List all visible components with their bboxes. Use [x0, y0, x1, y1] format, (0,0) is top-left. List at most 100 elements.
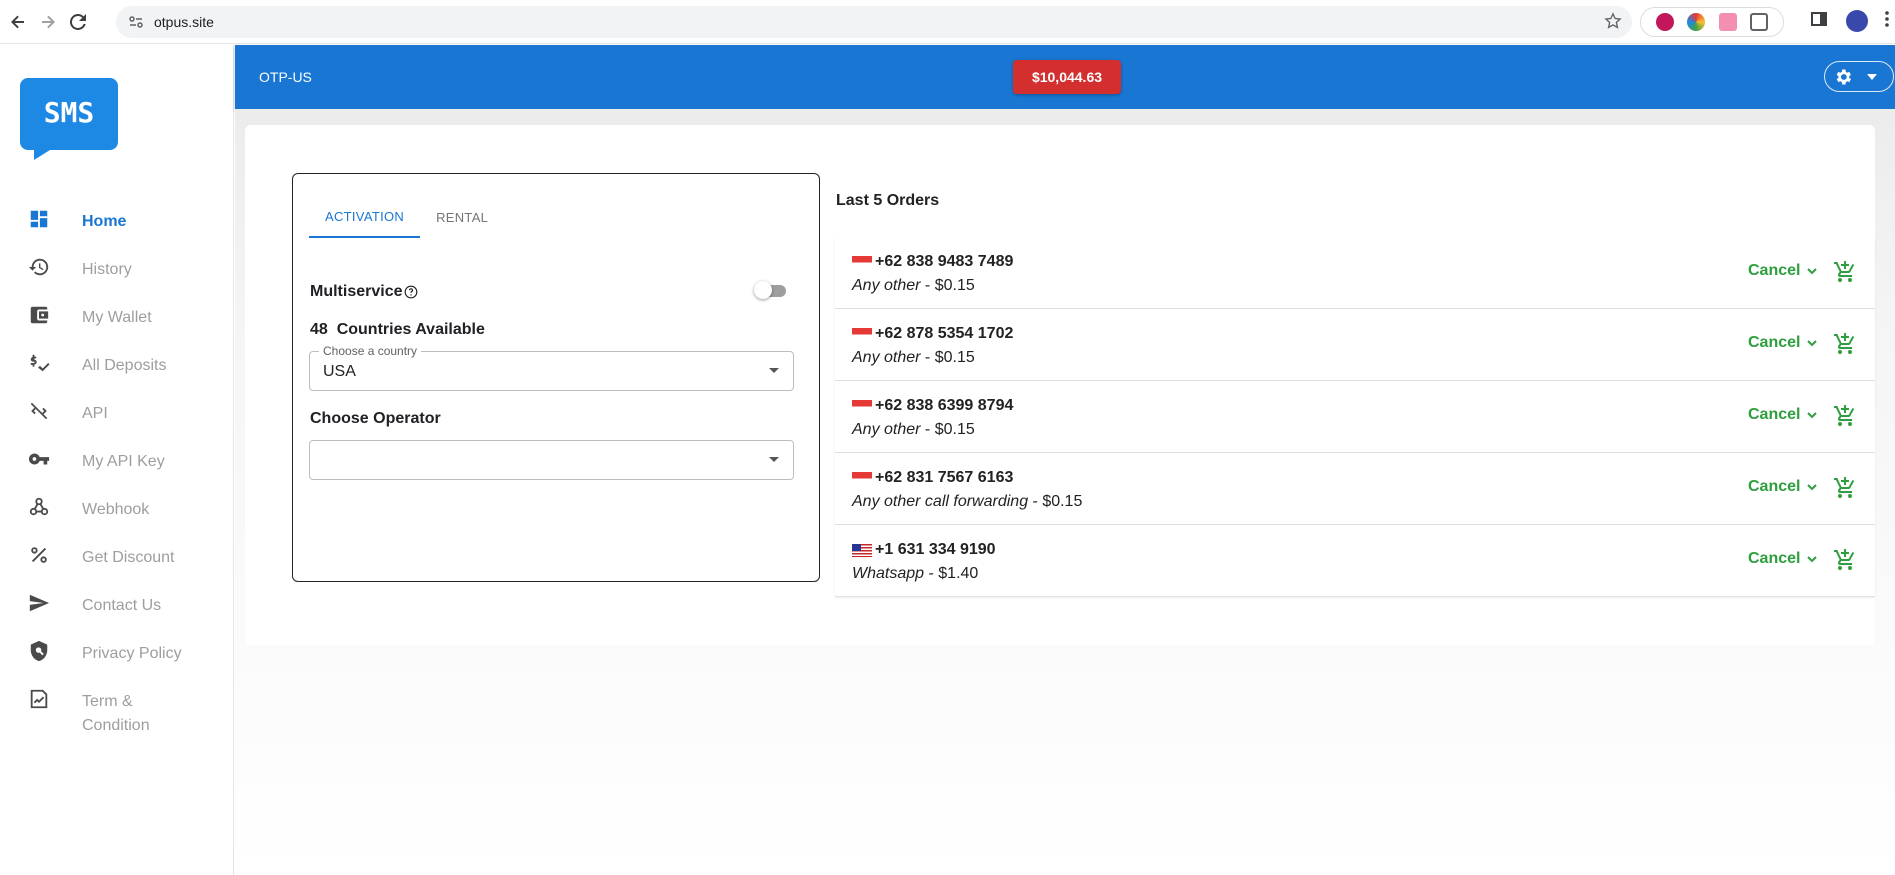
- brand-title[interactable]: OTP-US: [259, 69, 312, 85]
- reload-icon[interactable]: [66, 10, 90, 34]
- key-icon: [28, 453, 50, 465]
- order-price: - $0.15: [920, 421, 975, 438]
- chevron-down-icon: [1807, 268, 1818, 275]
- back-icon[interactable]: [6, 10, 30, 34]
- order-phone-number[interactable]: +1 631 334 9190: [875, 541, 996, 559]
- sidebar-item-label: Contact Us: [82, 597, 162, 614]
- sidebar-item-label: History: [82, 261, 132, 278]
- settings-menu-button[interactable]: [1824, 61, 1894, 92]
- chevron-down-icon: [1807, 484, 1818, 491]
- sidebar-item-api[interactable]: API: [0, 387, 234, 435]
- order-service: Any other call forwarding: [852, 493, 1029, 510]
- chevron-down-icon: [1807, 556, 1818, 563]
- chevron-down-icon: [1807, 340, 1818, 347]
- order-phone-number[interactable]: +62 831 7567 6163: [875, 469, 1013, 487]
- logo-text: SMS: [44, 96, 95, 129]
- countries-count: 48: [310, 321, 328, 338]
- sidebar-item-my-api-key[interactable]: My API Key: [0, 435, 234, 483]
- site-info-icon[interactable]: [126, 12, 146, 32]
- sidebar-item-label: Term & Condition: [82, 693, 150, 734]
- cancel-label: Cancel: [1748, 478, 1801, 495]
- caret-down-icon: [1867, 73, 1877, 80]
- sidebar-item-label: All Deposits: [82, 357, 167, 374]
- indonesia-flag-icon: [852, 327, 872, 341]
- operator-select[interactable]: [309, 440, 794, 480]
- sidebar-item-privacy-policy[interactable]: Privacy Policy: [0, 627, 234, 675]
- sidebar-item-label: Home: [82, 213, 127, 230]
- balance-button[interactable]: $10,044.63: [1013, 60, 1121, 94]
- cancel-button[interactable]: Cancel: [1748, 550, 1818, 568]
- order-price: - $0.15: [1028, 493, 1083, 510]
- sidebar-item-contact-us[interactable]: Contact Us: [0, 579, 234, 627]
- extension-color-icon[interactable]: [1687, 13, 1706, 31]
- gear-icon: [1836, 69, 1851, 84]
- cancel-button[interactable]: Cancel: [1748, 406, 1818, 424]
- sidebar-item-my-wallet[interactable]: My Wallet: [0, 291, 234, 339]
- add-to-cart-icon[interactable]: [1833, 404, 1857, 428]
- tab-rental[interactable]: RENTAL: [420, 196, 504, 238]
- url-text[interactable]: otpus.site: [154, 14, 214, 30]
- side-panel-icon[interactable]: [1810, 10, 1828, 28]
- cancel-label: Cancel: [1748, 262, 1801, 279]
- sidebar-item-get-discount[interactable]: Get Discount: [0, 531, 234, 579]
- sidebar-item-label: Get Discount: [82, 549, 175, 566]
- sidebar-item-webhook[interactable]: Webhook: [0, 483, 234, 531]
- sidebar-item-label: Privacy Policy: [82, 645, 182, 662]
- operator-label: Choose Operator: [310, 410, 441, 427]
- order-row: +62 838 9483 7489 Any other - $0.15 Canc…: [835, 237, 1875, 309]
- bookmark-star-icon[interactable]: [1604, 12, 1622, 35]
- multiservice-label: Multiservice: [310, 283, 403, 300]
- orders-list: +62 838 9483 7489 Any other - $0.15 Canc…: [835, 237, 1875, 597]
- extension-gift-icon[interactable]: [1718, 13, 1737, 31]
- tab-activation[interactable]: ACTIVATION: [309, 196, 421, 238]
- cancel-label: Cancel: [1748, 550, 1801, 567]
- sms-logo[interactable]: SMS: [20, 78, 118, 160]
- deposits-icon: [30, 354, 50, 372]
- terms-icon: [30, 689, 48, 709]
- order-phone-number[interactable]: +62 838 9483 7489: [875, 253, 1013, 271]
- history-icon: [28, 258, 49, 276]
- order-price: - $0.15: [920, 349, 975, 366]
- cancel-button[interactable]: Cancel: [1748, 478, 1818, 496]
- activation-tabs: ACTIVATION RENTAL: [309, 196, 504, 238]
- chevron-down-icon: [1807, 412, 1818, 419]
- extensions-group: [1640, 7, 1784, 37]
- sidebar-item-label: My Wallet: [82, 309, 152, 326]
- multiservice-toggle[interactable]: [754, 281, 790, 299]
- sidebar-item-history[interactable]: History: [0, 243, 234, 291]
- country-select[interactable]: Choose a country USA: [309, 344, 794, 391]
- add-to-cart-icon[interactable]: [1833, 260, 1857, 284]
- shield-icon: [30, 640, 48, 662]
- order-price: - $0.15: [920, 277, 975, 294]
- order-phone-number[interactable]: +62 838 6399 8794: [875, 397, 1013, 415]
- sidebar-item-term-condition[interactable]: Term & Condition: [0, 675, 234, 735]
- add-to-cart-icon[interactable]: [1833, 548, 1857, 572]
- sidebar-item-home[interactable]: Home: [0, 195, 234, 243]
- help-icon[interactable]: [404, 285, 418, 299]
- add-to-cart-icon[interactable]: [1833, 332, 1857, 356]
- forward-icon[interactable]: [36, 10, 60, 34]
- browser-menu-icon[interactable]: [1884, 10, 1890, 28]
- extension-ad-icon[interactable]: [1655, 13, 1674, 31]
- extensions-puzzle-icon[interactable]: [1750, 13, 1769, 31]
- activation-panel: ACTIVATION RENTAL Multiservice 48 Countr…: [292, 173, 820, 582]
- order-phone-number[interactable]: +62 878 5354 1702: [875, 325, 1013, 343]
- dashboard-icon: [30, 210, 48, 228]
- wallet-icon: [30, 306, 49, 324]
- indonesia-flag-icon: [852, 255, 872, 269]
- countries-available: 48 Countries Available: [310, 321, 485, 339]
- multiservice-row: Multiservice: [310, 280, 790, 304]
- add-to-cart-icon[interactable]: [1833, 476, 1857, 500]
- order-service: Any other: [852, 277, 921, 294]
- browser-toolbar: otpus.site: [0, 0, 1895, 44]
- country-value: USA: [323, 363, 356, 380]
- country-field-label: Choose a country: [319, 344, 422, 358]
- top-app-bar: OTP-US $10,044.63: [235, 45, 1895, 109]
- profile-avatar[interactable]: [1846, 10, 1868, 32]
- address-bar[interactable]: otpus.site: [116, 6, 1632, 38]
- cancel-button[interactable]: Cancel: [1748, 334, 1818, 352]
- sidebar-item-label: API: [82, 405, 108, 422]
- cancel-button[interactable]: Cancel: [1748, 262, 1818, 280]
- sidebar-item-all-deposits[interactable]: All Deposits: [0, 339, 234, 387]
- indonesia-flag-icon: [852, 471, 872, 485]
